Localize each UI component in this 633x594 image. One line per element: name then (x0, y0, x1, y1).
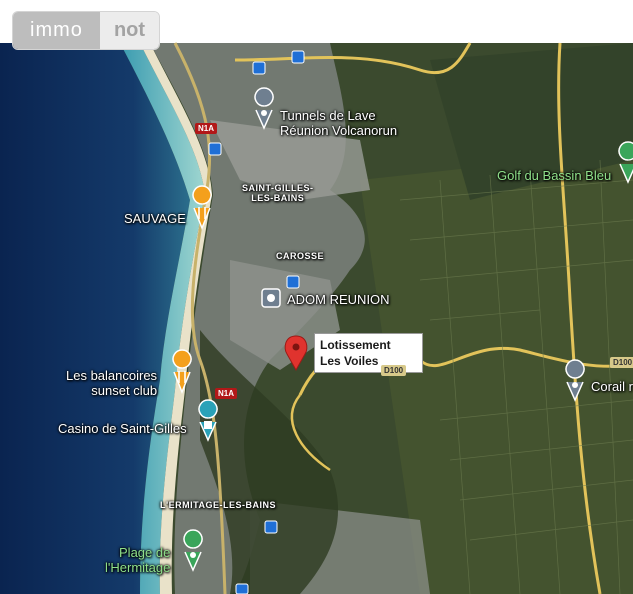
saint-gilles-district-label: SAINT-GILLES- LES-BAINS (242, 183, 314, 203)
tunnels-label-line2: Réunion Volcanorun (280, 123, 398, 138)
immonot-logo[interactable]: immo not (12, 11, 160, 50)
tunnels-label-line1: Tunnels de Lave (280, 108, 376, 123)
logo-part-not: not (100, 12, 159, 49)
lotissement-label[interactable]: Lotissement Les Voiles (314, 333, 423, 373)
golf-label[interactable]: Golf du Bassin Bleu (497, 168, 611, 183)
logo-part-immo: immo (13, 12, 100, 49)
plage-label[interactable]: Plage de l'Hermitage (105, 545, 170, 575)
sauvage-label[interactable]: SAUVAGE (124, 211, 186, 226)
casino-label[interactable]: Casino de Saint-Gilles (58, 421, 187, 436)
plage-label-line2: l'Hermitage (105, 560, 171, 575)
road-shield-d100-a: D100 (381, 365, 407, 376)
road-shield-n1a-mid: N1A (215, 388, 238, 399)
plage-label-line1: Plage de (119, 545, 171, 560)
road-shield-d100-b: D100 (610, 357, 633, 368)
balancoires-label[interactable]: Les balancoires sunset club (66, 368, 157, 398)
saint-gilles-line1: SAINT-GILLES- (242, 183, 314, 193)
ermitage-district-label: L'ERMITAGE-LES-BAINS (160, 500, 276, 510)
road-shield-n1a-top: N1A (195, 123, 218, 134)
adom-label[interactable]: ADOM REUNION (287, 292, 390, 307)
corail-label[interactable]: Corail r (591, 379, 633, 394)
carosse-district-label: CAROSSE (276, 251, 325, 261)
saint-gilles-line2: LES-BAINS (251, 193, 305, 203)
adom-square-icon[interactable] (261, 288, 281, 308)
lotissement-label-line1: Lotissement (320, 338, 391, 352)
balancoires-label-line2: sunset club (91, 383, 158, 398)
balancoires-label-line1: Les balancoires (66, 368, 158, 383)
tunnels-label[interactable]: Tunnels de Lave Réunion Volcanorun (280, 108, 397, 138)
